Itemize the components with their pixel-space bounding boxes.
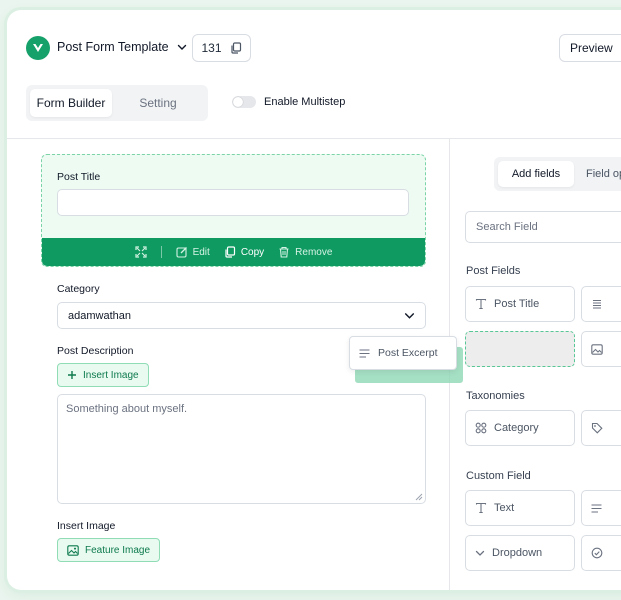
check-circle-icon [591,547,603,559]
field-category-label: Category [494,422,539,434]
taxonomies-heading: Taxonomies [466,390,525,402]
remove-field-button[interactable]: Remove [278,246,332,258]
multistep-label: Enable Multistep [264,96,346,108]
form-id: 131 [201,41,222,55]
description-text: Something about myself. [66,403,188,415]
dragging-field-post-excerpt[interactable]: Post Excerpt [349,336,457,370]
insert-image-section-label: Insert Image [57,520,116,532]
feature-image-button[interactable]: Feature Image [57,538,161,562]
text-icon [475,298,487,310]
post-title-field-block[interactable]: Post Title Edit Copy Remove [41,154,426,267]
action-separator [160,246,162,258]
shortcode-copy-button[interactable]: 131 [192,34,251,62]
paragraph-icon [359,348,370,358]
field-tags[interactable] [581,410,621,446]
field-action-bar: Edit Copy Remove [42,238,425,266]
edit-field-button[interactable]: Edit [176,246,210,258]
paragraph-icon [591,503,602,513]
form-title: Post Form Template [57,40,169,54]
field-post-content[interactable] [581,286,621,322]
feature-image-label: Feature Image [85,544,151,556]
category-select[interactable]: adamwathan [57,302,426,329]
copy-icon [225,246,235,258]
post-fields-heading: Post Fields [466,265,521,277]
image-icon [67,544,79,556]
insert-image-label: Insert Image [83,369,139,381]
post-description-textarea[interactable]: Something about myself. [57,394,426,504]
app-window: Post Form Template 131 Preview Form Buil… [7,10,621,590]
field-dropdown-label: Dropdown [492,547,543,559]
tab-form-builder[interactable]: Form Builder [30,89,112,117]
field-post-title[interactable]: Post Title [465,286,575,322]
multistep-toggle-group: Enable Multistep [232,96,345,108]
preview-button[interactable]: Preview [559,34,621,62]
post-title-label: Post Title [57,171,101,183]
field-featured-image[interactable] [581,331,621,367]
search-placeholder: Search Field [476,221,538,233]
multistep-toggle[interactable] [232,96,256,108]
edit-icon [176,247,187,258]
category-value: adamwathan [68,309,131,322]
header-divider [7,138,621,139]
insert-image-button[interactable]: Insert Image [57,363,149,387]
form-title-dropdown[interactable]: Post Form Template [57,40,187,54]
chevron-down-icon [177,42,187,52]
grid-icon [475,422,487,434]
field-dropdown[interactable]: Dropdown [465,535,575,571]
field-post-title-label: Post Title [494,298,540,310]
resize-handle-icon[interactable] [415,493,423,501]
builder-tabs: Form Builder Setting [26,85,208,121]
category-label: Category [57,283,100,295]
tab-add-fields[interactable]: Add fields [498,161,574,187]
remove-label: Remove [295,246,333,258]
edit-label: Edit [192,246,210,258]
image-icon [591,343,603,355]
post-description-label: Post Description [57,345,134,357]
custom-field-heading: Custom Field [466,470,531,482]
move-icon[interactable] [134,246,147,258]
tab-setting[interactable]: Setting [112,89,204,117]
app-logo-icon [26,36,50,60]
plus-icon [67,370,77,380]
copy-label: Copy [240,246,265,258]
field-category[interactable]: Category [465,410,575,446]
field-text[interactable]: Text [465,490,575,526]
tab-field-options[interactable]: Field op [574,168,621,180]
tag-icon [591,422,603,434]
field-placeholder-post-excerpt [465,331,575,367]
list-icon [591,298,603,310]
field-text-label: Text [494,502,515,514]
chevron-down-icon [404,310,415,321]
trash-icon [279,246,289,258]
field-radio[interactable] [581,535,621,571]
search-field-input[interactable]: Search Field [465,211,621,243]
text-icon [475,502,487,514]
dragging-field-label: Post Excerpt [378,347,438,359]
chevron-down-icon [475,548,485,558]
fields-panel-tabs: Add fields Field op [494,157,621,191]
post-title-input[interactable] [57,189,409,216]
field-textarea[interactable] [581,490,621,526]
copy-field-button[interactable]: Copy [224,246,264,258]
copy-icon [230,42,242,54]
